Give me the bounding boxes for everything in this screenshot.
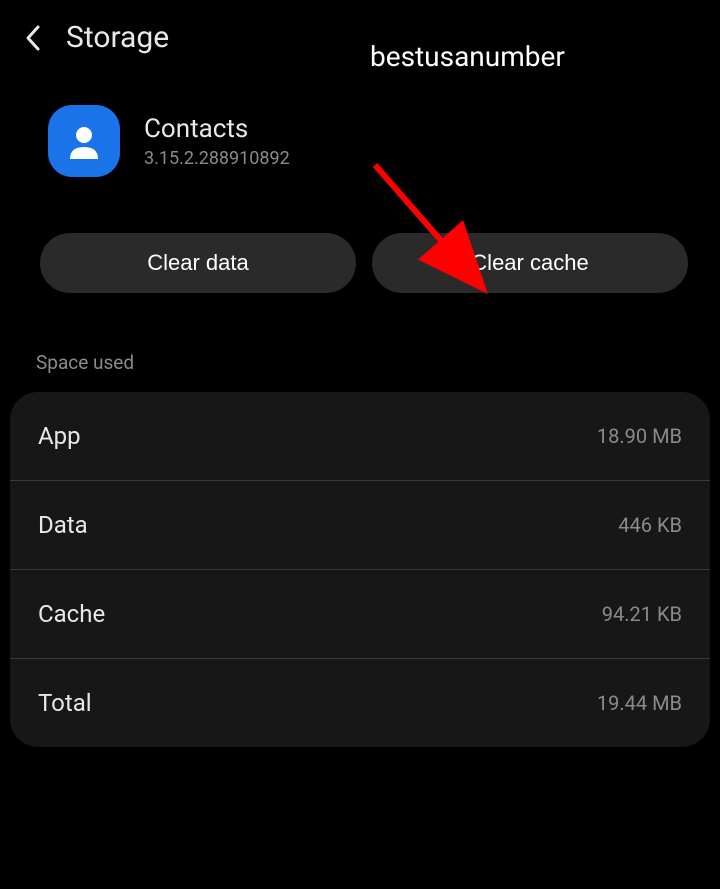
app-name: Contacts	[144, 114, 290, 144]
contacts-app-icon	[48, 105, 120, 177]
list-item-app: App 18.90 MB	[10, 392, 710, 481]
list-item-total: Total 19.44 MB	[10, 659, 710, 747]
app-details: Contacts 3.15.2.288910892	[144, 114, 290, 169]
back-icon[interactable]	[24, 23, 42, 53]
row-label: Cache	[38, 600, 105, 628]
row-value: 446 KB	[618, 513, 682, 537]
header: Storage	[0, 0, 720, 75]
action-buttons: Clear data Clear cache	[0, 197, 720, 317]
list-item-data: Data 446 KB	[10, 481, 710, 570]
page-title: Storage	[66, 20, 169, 55]
row-value: 94.21 KB	[602, 602, 682, 626]
row-value: 18.90 MB	[597, 424, 682, 448]
watermark-text: bestusanumber	[370, 40, 565, 73]
row-label: Data	[38, 511, 88, 539]
list-item-cache: Cache 94.21 KB	[10, 570, 710, 659]
row-label: Total	[38, 689, 92, 717]
clear-data-button[interactable]: Clear data	[40, 233, 356, 293]
app-version: 3.15.2.288910892	[144, 148, 290, 169]
row-label: App	[38, 422, 81, 450]
space-used-panel: App 18.90 MB Data 446 KB Cache 94.21 KB …	[10, 392, 710, 747]
row-value: 19.44 MB	[597, 691, 682, 715]
clear-cache-button[interactable]: Clear cache	[372, 233, 688, 293]
app-info: Contacts 3.15.2.288910892	[0, 75, 720, 197]
space-used-title: Space used	[0, 317, 720, 392]
